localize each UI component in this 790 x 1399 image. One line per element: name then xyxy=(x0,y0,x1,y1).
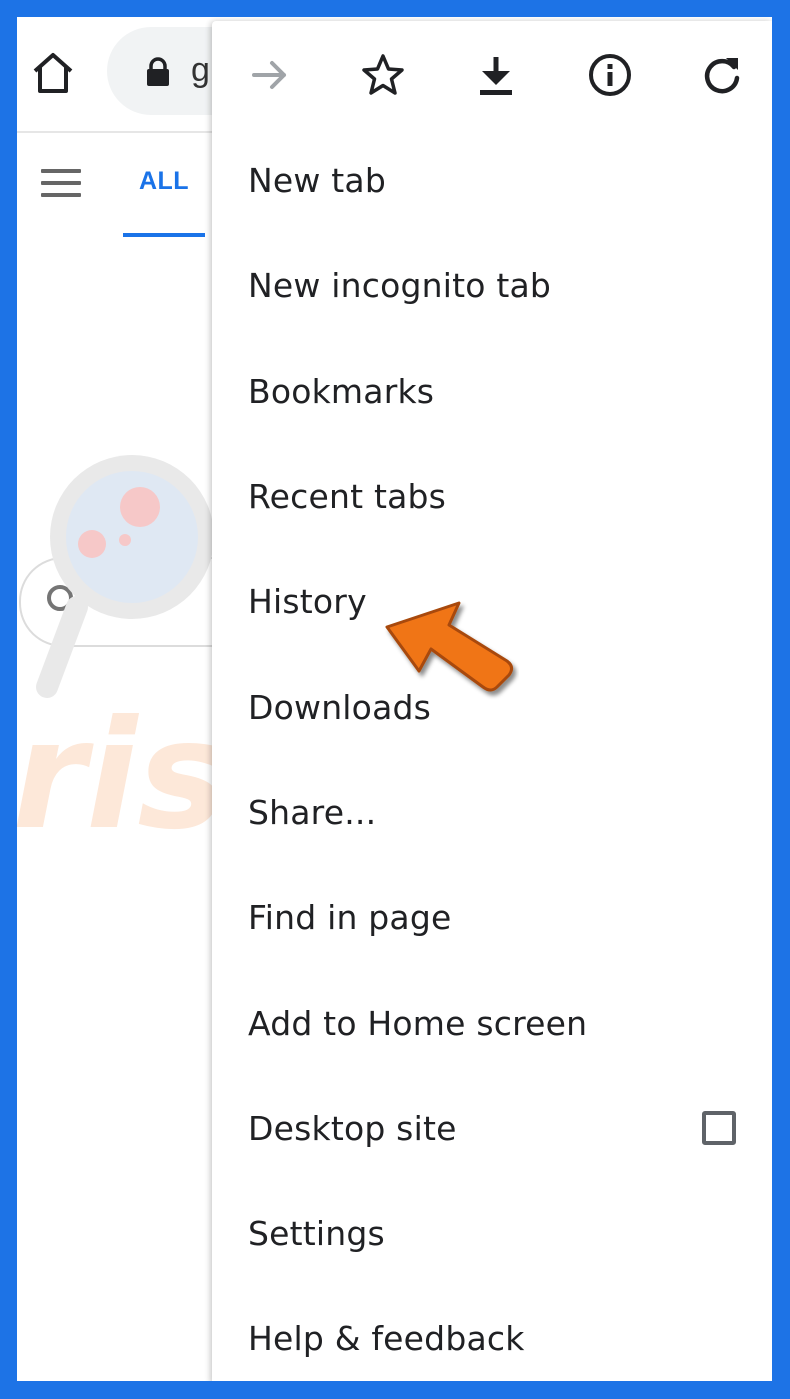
menu-item-label: Share... xyxy=(248,792,377,832)
menu-item-label: Recent tabs xyxy=(248,477,447,517)
bookmark-star-icon[interactable] xyxy=(355,47,411,103)
menu-item-history[interactable]: History xyxy=(212,549,772,654)
menu-item-label: Help & feedback xyxy=(248,1319,525,1359)
hamburger-menu-icon[interactable] xyxy=(41,169,81,203)
desktop-site-checkbox[interactable] xyxy=(702,1110,736,1145)
menu-item-downloads[interactable]: Downloads xyxy=(212,654,772,759)
menu-icon-row xyxy=(212,21,772,131)
menu-item-share[interactable]: Share... xyxy=(212,760,772,865)
refresh-icon[interactable] xyxy=(694,47,750,103)
menu-item-bookmarks[interactable]: Bookmarks xyxy=(212,339,772,444)
forward-icon[interactable] xyxy=(242,47,298,103)
lock-icon xyxy=(147,57,169,86)
info-icon[interactable] xyxy=(582,47,638,103)
menu-item-label: Settings xyxy=(248,1214,385,1254)
menu-item-list: New tab New incognito tab Bookmarks Rece… xyxy=(212,128,772,1381)
menu-item-label: New tab xyxy=(248,161,386,201)
menu-item-label: Find in page xyxy=(248,898,452,938)
menu-item-label: Bookmarks xyxy=(248,371,435,411)
screenshot-frame: g ALL risk.com xyxy=(17,17,772,1381)
home-icon[interactable] xyxy=(29,49,77,97)
tab-all[interactable]: ALL xyxy=(123,167,205,233)
menu-item-find-in-page[interactable]: Find in page xyxy=(212,865,772,970)
menu-item-desktop-site[interactable]: Desktop site xyxy=(212,1076,772,1181)
menu-item-label: Add to Home screen xyxy=(248,1003,588,1043)
menu-item-label: Downloads xyxy=(248,687,432,727)
menu-item-new-tab[interactable]: New tab xyxy=(212,128,772,233)
tab-all-label: ALL xyxy=(138,167,190,195)
menu-item-label: Desktop site xyxy=(248,1108,457,1148)
menu-item-add-to-home-screen[interactable]: Add to Home screen xyxy=(212,970,772,1075)
menu-item-label: History xyxy=(248,582,367,622)
menu-item-settings[interactable]: Settings xyxy=(212,1181,772,1286)
search-icon xyxy=(47,585,84,622)
menu-item-new-incognito-tab[interactable]: New incognito tab xyxy=(212,233,772,338)
menu-item-help-feedback[interactable]: Help & feedback xyxy=(212,1286,772,1381)
active-tab-indicator xyxy=(123,233,205,237)
url-text: g xyxy=(191,51,210,89)
download-icon[interactable] xyxy=(468,47,524,103)
menu-item-label: New incognito tab xyxy=(248,266,552,306)
overflow-menu: New tab New incognito tab Bookmarks Rece… xyxy=(212,21,772,1381)
menu-item-recent-tabs[interactable]: Recent tabs xyxy=(212,444,772,549)
